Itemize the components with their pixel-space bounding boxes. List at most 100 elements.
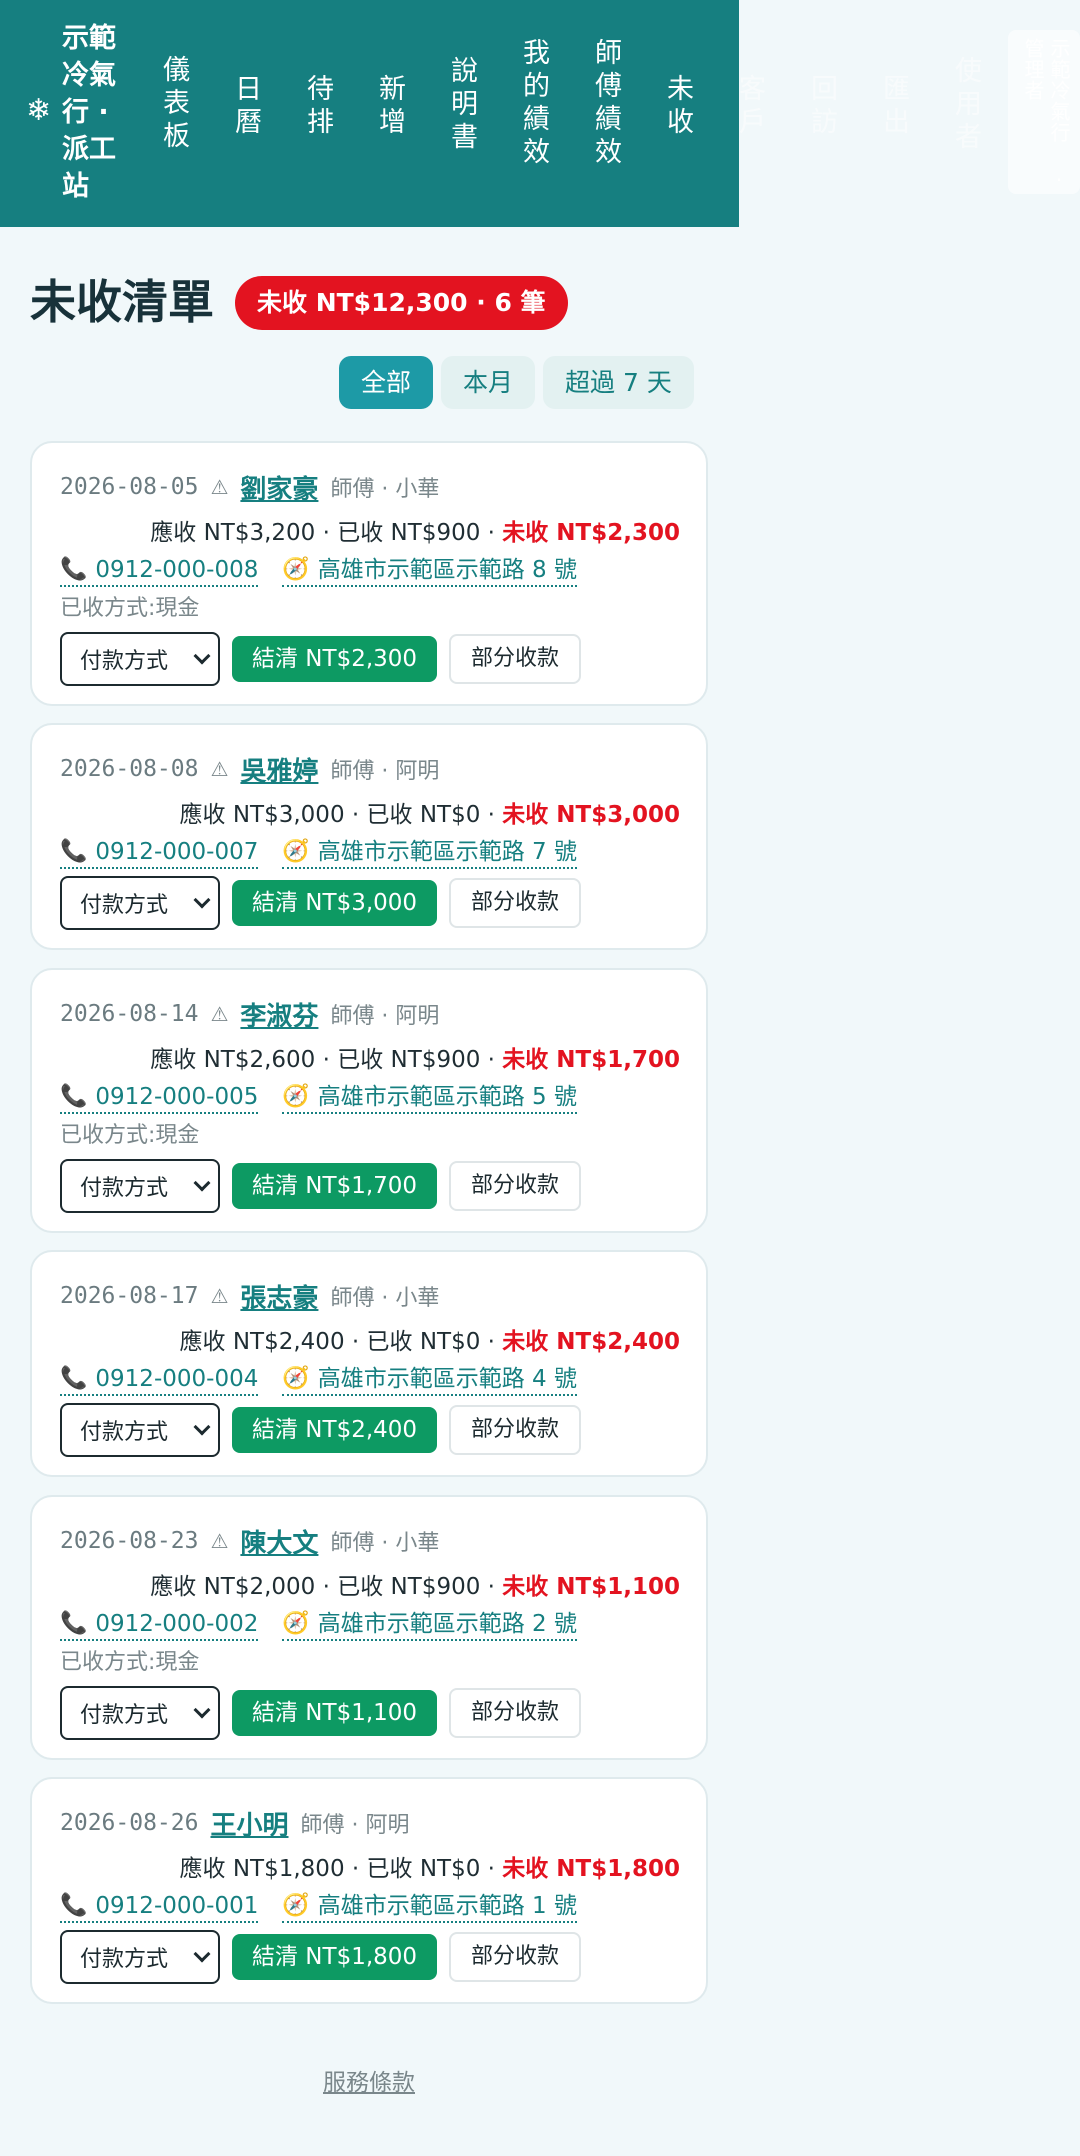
contact-row: 📞 0912-000-004 🧭 高雄市示範區示範路 4 號 — [60, 1360, 578, 1400]
phone-link[interactable]: 📞 0912-000-001 — [60, 1891, 259, 1923]
contact-row: 📞 0912-000-002 🧭 高雄市示範區示範路 2 號 — [60, 1605, 578, 1645]
compass-icon: 🧭 — [282, 1893, 310, 1918]
address-link[interactable]: 🧭 高雄市示範區示範路 1 號 — [282, 1891, 578, 1923]
user-chip[interactable]: 示範冷氣行 · 管理者 — [1008, 30, 1080, 194]
amount-separator: · — [480, 1574, 503, 1600]
unpaid-card: 2026-08-08 ⚠ 吳雅婷 師傅 · 阿明 應收 NT$3,000 · 已收 NT… — [30, 723, 708, 950]
customer-link[interactable]: 李淑芬 — [240, 996, 318, 1033]
nav-item-pending[interactable]: 待排 — [299, 74, 335, 140]
settle-button[interactable]: 結清 NT$2,300 — [232, 636, 438, 682]
settle-button[interactable]: 結清 NT$1,100 — [232, 1690, 438, 1736]
customer-link[interactable]: 張志豪 — [240, 1278, 318, 1315]
nav-item-calendar[interactable]: 日曆 — [227, 74, 263, 140]
terms-link[interactable]: 服務條款 — [323, 2063, 415, 2097]
customer-link[interactable]: 劉家豪 — [240, 469, 318, 506]
user-chip-label: 示範冷氣行 · 管理者 — [1021, 38, 1071, 193]
phone-link[interactable]: 📞 0912-000-008 — [60, 555, 259, 587]
amount-owed: 未收 NT$1,100 — [502, 1574, 680, 1600]
partial-payment-button[interactable]: 部分收款 — [449, 1405, 582, 1455]
amount-separator: · — [344, 1329, 367, 1355]
phone-link[interactable]: 📞 0912-000-007 — [60, 837, 259, 869]
payment-method-value: 付款方式 — [80, 1947, 169, 1972]
payment-method-value: 付款方式 — [80, 893, 169, 918]
phone-link[interactable]: 📞 0912-000-005 — [60, 1082, 259, 1114]
warning-icon: ⚠ — [210, 757, 229, 781]
payment-method-select[interactable]: 付款方式 — [60, 1930, 220, 1984]
unpaid-card: 2026-08-17 ⚠ 張志豪 師傅 · 小華 應收 NT$2,400 · 已收 NT… — [30, 1250, 708, 1477]
paid-method: 已收方式:現金 — [60, 596, 200, 621]
compass-icon: 🧭 — [282, 839, 310, 864]
filter-this-month[interactable]: 本月 — [441, 356, 536, 409]
amount-paid: 已收 NT$900 — [337, 1574, 481, 1600]
card-header-row: 2026-08-05 ⚠ 劉家豪 師傅 · 小華 — [60, 467, 439, 507]
contact-row: 📞 0912-000-007 🧭 高雄市示範區示範路 7 號 — [60, 833, 578, 873]
filter-tabs: 全部 本月 超過 7 天 — [339, 356, 694, 409]
payment-method-value: 付款方式 — [80, 649, 169, 674]
filter-all[interactable]: 全部 — [339, 356, 434, 409]
amount-due: 應收 NT$1,800 — [179, 1856, 345, 1882]
partial-payment-button[interactable]: 部分收款 — [449, 634, 582, 684]
unpaid-card: 2026-08-14 ⚠ 李淑芬 師傅 · 阿明 應收 NT$2,600 · 已收 NT… — [30, 968, 708, 1233]
settle-button[interactable]: 結清 NT$2,400 — [232, 1407, 438, 1453]
amount-separator: · — [315, 1574, 338, 1600]
unpaid-card: 2026-08-05 ⚠ 劉家豪 師傅 · 小華 應收 NT$3,200 · 已收 NT… — [30, 441, 708, 706]
job-date: 2026-08-26 — [60, 1810, 199, 1836]
payment-method-select[interactable]: 付款方式 — [60, 876, 220, 930]
address-link[interactable]: 🧭 高雄市示範區示範路 4 號 — [282, 1364, 578, 1396]
unpaid-card: 2026-08-23 ⚠ 陳大文 師傅 · 小華 應收 NT$2,000 · 已收 NT… — [30, 1495, 708, 1760]
settle-button[interactable]: 結清 NT$1,700 — [232, 1163, 438, 1209]
settle-button[interactable]: 結清 NT$1,800 — [232, 1934, 438, 1980]
partial-payment-button[interactable]: 部分收款 — [449, 1161, 582, 1211]
address-link[interactable]: 🧭 高雄市示範區示範路 7 號 — [282, 837, 578, 869]
payment-method-select[interactable]: 付款方式 — [60, 1686, 220, 1740]
chevron-down-icon — [193, 891, 211, 909]
nav-item-dashboard[interactable]: 儀表板 — [155, 55, 191, 154]
technician-label: 師傅 · 小華 — [330, 1531, 440, 1556]
nav-item-customers[interactable]: 客戶 — [731, 74, 767, 140]
job-date: 2026-08-14 — [60, 1001, 199, 1027]
phone-number: 0912-000-001 — [95, 1893, 259, 1919]
compass-icon: 🧭 — [282, 1366, 310, 1391]
amount-separator: · — [315, 1047, 338, 1073]
phone-icon: 📞 — [60, 839, 88, 864]
unpaid-card: 2026-08-26 王小明 師傅 · 阿明 應收 NT$1,800 · 已收 NT$… — [30, 1777, 708, 2004]
phone-link[interactable]: 📞 0912-000-002 — [60, 1609, 259, 1641]
address-text: 高雄市示範區示範路 8 號 — [317, 557, 578, 583]
amount-separator: · — [480, 1856, 503, 1882]
amount-separator: · — [480, 802, 503, 828]
phone-icon: 📞 — [60, 557, 88, 582]
nav-item-new[interactable]: 新增 — [371, 74, 407, 140]
filter-over-7-days[interactable]: 超過 7 天 — [543, 356, 694, 409]
phone-icon: 📞 — [60, 1084, 88, 1109]
payment-method-select[interactable]: 付款方式 — [60, 632, 220, 686]
address-link[interactable]: 🧭 高雄市示範區示範路 8 號 — [282, 555, 578, 587]
address-text: 高雄市示範區示範路 2 號 — [317, 1611, 578, 1637]
card-actions: 付款方式 結清 NT$3,000 部分收款 — [60, 876, 582, 930]
amount-separator: · — [480, 1329, 503, 1355]
nav-item-unpaid[interactable]: 未收 — [659, 74, 695, 140]
partial-payment-button[interactable]: 部分收款 — [449, 878, 582, 928]
nav-item-manual[interactable]: 說明書 — [443, 56, 479, 155]
customer-link[interactable]: 陳大文 — [240, 1523, 318, 1560]
customer-link[interactable]: 王小明 — [210, 1805, 288, 1842]
partial-payment-button[interactable]: 部分收款 — [449, 1688, 582, 1738]
contact-row: 📞 0912-000-008 🧭 高雄市示範區示範路 8 號 — [60, 551, 578, 591]
card-actions: 付款方式 結清 NT$2,400 部分收款 — [60, 1403, 582, 1457]
nav-item-revisit[interactable]: 回訪 — [803, 74, 839, 140]
payment-method-select[interactable]: 付款方式 — [60, 1159, 220, 1213]
nav-item-export[interactable]: 匯出 — [875, 74, 911, 140]
address-link[interactable]: 🧭 高雄市示範區示範路 2 號 — [282, 1609, 578, 1641]
nav-item-users[interactable]: 使用者 — [947, 56, 983, 155]
nav-item-tech-performance[interactable]: 師傅績效 — [587, 38, 623, 170]
amount-separator: · — [344, 1856, 367, 1882]
nav-item-my-performance[interactable]: 我的績效 — [515, 38, 551, 170]
address-link[interactable]: 🧭 高雄市示範區示範路 5 號 — [282, 1082, 578, 1114]
phone-link[interactable]: 📞 0912-000-004 — [60, 1364, 259, 1396]
contact-row: 📞 0912-000-001 🧭 高雄市示範區示範路 1 號 — [60, 1887, 578, 1927]
customer-link[interactable]: 吳雅婷 — [240, 751, 318, 788]
payment-method-select[interactable]: 付款方式 — [60, 1403, 220, 1457]
settle-button[interactable]: 結清 NT$3,000 — [232, 880, 438, 926]
brand-name[interactable]: 示範冷氣行 · 派工站 — [62, 20, 126, 205]
partial-payment-button[interactable]: 部分收款 — [449, 1932, 582, 1982]
compass-icon: 🧭 — [282, 1084, 310, 1109]
